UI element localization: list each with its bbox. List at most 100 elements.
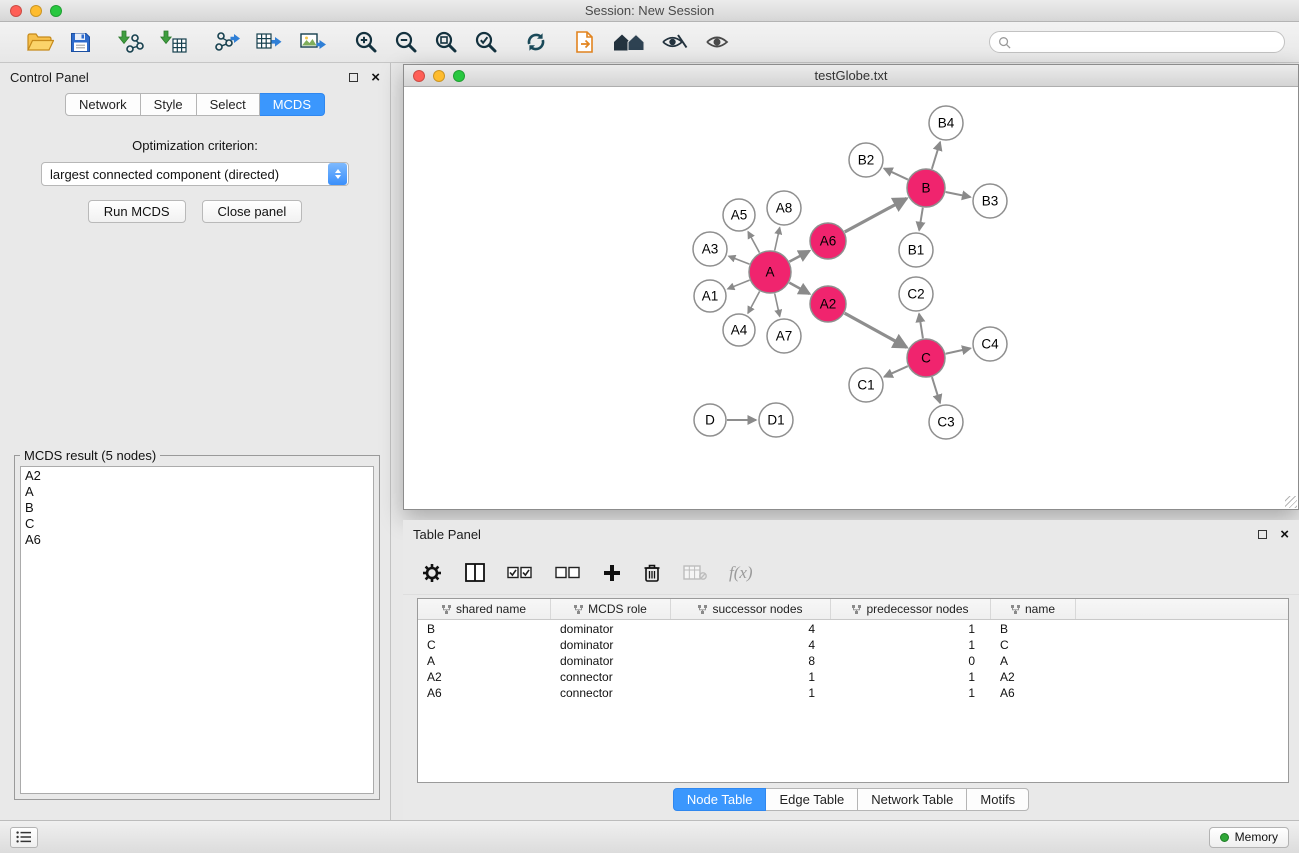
table-cell: 4 xyxy=(671,622,831,638)
tab-network[interactable]: Network xyxy=(65,93,141,116)
close-table-panel-icon[interactable]: × xyxy=(1280,527,1289,542)
column-header-MCDS-role[interactable]: MCDS role xyxy=(551,599,671,619)
zoom-out-button[interactable] xyxy=(394,27,418,57)
add-row-button[interactable] xyxy=(603,558,621,588)
open-session-button[interactable] xyxy=(27,27,54,57)
result-item[interactable]: A xyxy=(25,484,369,500)
graph-edge-C-C4[interactable] xyxy=(946,348,971,353)
graph-edge-A-A1[interactable] xyxy=(728,280,750,289)
app-window: Session: New Session xyxy=(0,0,1299,853)
mcds-result-list[interactable]: A2ABCA6 xyxy=(20,466,374,794)
import-network-button[interactable] xyxy=(117,27,144,57)
table-tab-edge-table[interactable]: Edge Table xyxy=(766,788,858,811)
graph-edge-B-B4[interactable] xyxy=(932,142,940,169)
table-cell: 8 xyxy=(671,654,831,670)
zoom-selected-button[interactable] xyxy=(474,27,498,57)
table-tab-network-table[interactable]: Network Table xyxy=(858,788,967,811)
table-row[interactable]: A2connector11A2 xyxy=(418,670,1288,686)
graph-edge-A-A6[interactable] xyxy=(789,251,809,262)
column-sort-icon xyxy=(852,605,861,614)
export-table-button[interactable] xyxy=(256,27,284,57)
graph-edge-A2-C[interactable] xyxy=(845,313,907,347)
result-item[interactable]: B xyxy=(25,500,369,516)
graph-edge-A6-B[interactable] xyxy=(845,198,907,231)
tab-style[interactable]: Style xyxy=(141,93,197,116)
table-row[interactable]: A6connector11A6 xyxy=(418,686,1288,702)
column-header-predecessor-nodes[interactable]: predecessor nodes xyxy=(831,599,991,619)
table-tabs: Node TableEdge TableNetwork TableMotifs xyxy=(403,788,1299,811)
save-session-button[interactable] xyxy=(70,27,91,57)
graph-edge-C-C1[interactable] xyxy=(884,366,908,377)
table-cell: 1 xyxy=(831,622,991,638)
export-group xyxy=(200,27,341,57)
run-mcds-button[interactable]: Run MCDS xyxy=(88,200,186,223)
deselect-all-button[interactable] xyxy=(555,558,581,588)
table-row[interactable]: Adominator80A xyxy=(418,654,1288,670)
zoom-fit-button[interactable] xyxy=(434,27,458,57)
graph-edge-A-A2[interactable] xyxy=(789,283,809,294)
graph-node-label: C3 xyxy=(937,415,954,430)
close-panel-button[interactable]: Close panel xyxy=(202,200,303,223)
table-tab-motifs[interactable]: Motifs xyxy=(967,788,1029,811)
graph-edge-A-A7[interactable] xyxy=(775,293,780,316)
memory-button[interactable]: Memory xyxy=(1209,827,1289,848)
task-history-button[interactable] xyxy=(10,827,38,848)
graph-edge-B-B1[interactable] xyxy=(919,208,923,231)
network-window-titlebar[interactable]: testGlobe.txt xyxy=(404,65,1298,87)
network-graph[interactable]: B4B2BB3A5A8A6B1A3AC2A1A2A4A7CC4C1C3DD1 xyxy=(404,88,1298,509)
criterion-value: largest connected component (directed) xyxy=(42,167,327,182)
apply-layout-button[interactable] xyxy=(524,27,548,57)
graph-node-label: B3 xyxy=(982,194,999,209)
graph-edge-A-A4[interactable] xyxy=(748,291,760,313)
export-image-button[interactable] xyxy=(300,27,328,57)
result-item[interactable]: A2 xyxy=(25,468,369,484)
graph-edge-B-B2[interactable] xyxy=(884,168,908,179)
graph-edge-C-C2[interactable] xyxy=(919,314,923,338)
zoom-in-button[interactable] xyxy=(354,27,378,57)
hide-graphics-details-button[interactable] xyxy=(661,27,688,57)
criterion-select[interactable]: largest connected component (directed) xyxy=(41,162,349,186)
table-cell: A6 xyxy=(418,686,551,702)
column-header-successor-nodes[interactable]: successor nodes xyxy=(671,599,831,619)
graph-edge-B-B3[interactable] xyxy=(946,192,971,197)
delete-rows-button[interactable] xyxy=(643,558,661,588)
result-item[interactable]: A6 xyxy=(25,532,369,548)
home-view-button[interactable] xyxy=(613,27,645,57)
export-network-button[interactable] xyxy=(213,27,240,57)
float-table-panel-icon[interactable] xyxy=(1258,530,1267,539)
graph-edge-A-A8[interactable] xyxy=(775,228,780,251)
table-settings-button[interactable] xyxy=(421,558,443,588)
table-body: Bdominator41BCdominator41CAdominator80AA… xyxy=(418,620,1288,702)
table-cell: 1 xyxy=(831,686,991,702)
column-header-shared-name[interactable]: shared name xyxy=(418,599,551,619)
table-tab-node-table[interactable]: Node Table xyxy=(673,788,767,811)
table-cell: 4 xyxy=(671,638,831,654)
network-window-title: testGlobe.txt xyxy=(404,68,1298,83)
main-toolbar xyxy=(0,22,1299,63)
show-columns-button[interactable] xyxy=(465,558,485,588)
column-header-name[interactable]: name xyxy=(991,599,1076,619)
result-item[interactable]: C xyxy=(25,516,369,532)
import-table-icon xyxy=(160,30,187,54)
graph-edge-A-A5[interactable] xyxy=(748,232,759,253)
table-row[interactable]: Bdominator41B xyxy=(418,622,1288,638)
table-row[interactable]: Cdominator41C xyxy=(418,638,1288,654)
close-panel-icon[interactable]: × xyxy=(371,70,380,85)
search-box[interactable] xyxy=(989,31,1285,53)
show-graphics-details-button[interactable] xyxy=(704,27,730,57)
float-panel-icon[interactable] xyxy=(349,73,358,82)
network-canvas[interactable]: B4B2BB3A5A8A6B1A3AC2A1A2A4A7CC4C1C3DD1 xyxy=(404,88,1298,509)
search-input[interactable] xyxy=(1016,35,1276,49)
graph-edge-A-A3[interactable] xyxy=(729,256,750,264)
resize-grip[interactable] xyxy=(1285,496,1297,508)
import-table-button[interactable] xyxy=(160,27,187,57)
copy-network-button[interactable] xyxy=(574,27,597,57)
tab-select[interactable]: Select xyxy=(197,93,260,116)
graph-edge-C-C3[interactable] xyxy=(932,377,940,403)
delete-table-button[interactable] xyxy=(683,558,707,588)
table-cell: dominator xyxy=(551,622,671,638)
tab-mcds[interactable]: MCDS xyxy=(260,93,325,116)
function-builder-button[interactable]: f(x) xyxy=(729,558,753,588)
select-all-button[interactable] xyxy=(507,558,533,588)
table-cell: dominator xyxy=(551,638,671,654)
